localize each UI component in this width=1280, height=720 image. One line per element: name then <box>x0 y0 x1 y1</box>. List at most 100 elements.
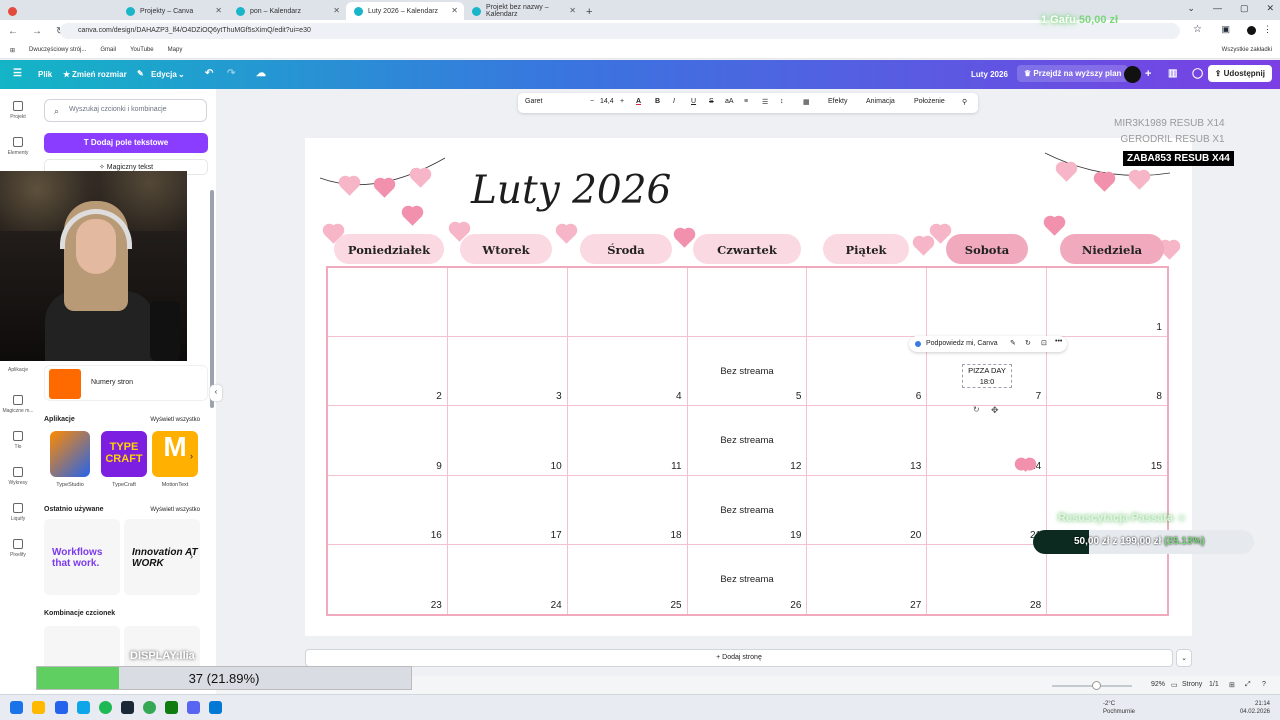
day-monday[interactable]: Poniedziałek <box>334 234 444 264</box>
back-icon[interactable]: ← <box>8 26 18 37</box>
bookmark-gmail[interactable]: Gmail <box>100 47 116 53</box>
calendar-title[interactable]: Luty 2026 <box>471 168 671 213</box>
day-saturday[interactable]: Sobota <box>946 234 1028 264</box>
app-icon[interactable] <box>209 701 222 714</box>
panel-scrollbar[interactable] <box>210 190 214 408</box>
bold-icon[interactable]: B <box>655 98 660 105</box>
file-menu[interactable]: Plik <box>38 70 52 79</box>
calendar-cell[interactable]: 16 <box>328 475 448 545</box>
design-title[interactable]: Luty 2026 <box>971 70 1008 79</box>
collapse-panel-button[interactable]: ‹ <box>210 385 222 401</box>
rail-item-charts[interactable]: Wykresy <box>0 467 36 486</box>
strikethrough-icon[interactable]: S <box>709 98 714 105</box>
star-icon[interactable]: ☆ <box>1193 24 1202 35</box>
calendar-cell[interactable]: 4 <box>567 337 688 407</box>
undo-icon[interactable]: ↶ <box>205 68 213 79</box>
calendar-cell[interactable] <box>1047 545 1167 614</box>
position-button[interactable]: Położenie <box>914 98 945 105</box>
calendar-cell[interactable] <box>927 268 1048 338</box>
calendar-cell[interactable] <box>328 268 448 338</box>
calendar-cell[interactable]: 2 <box>328 337 448 407</box>
event-no-stream[interactable]: Bez streama <box>688 366 807 377</box>
resize-button[interactable]: Zmień rozmiar <box>72 70 127 79</box>
calendar-cell[interactable]: 26 Bez streama <box>688 544 808 614</box>
share-button[interactable]: ⇪ Udostępnij <box>1207 65 1272 82</box>
paint-format-icon[interactable]: ⚲ <box>962 98 967 106</box>
calendar-cell[interactable]: 23 <box>328 544 448 614</box>
spotify-icon[interactable] <box>99 701 112 714</box>
calendar-cell[interactable]: 21 <box>927 475 1048 545</box>
minimize-icon[interactable]: — <box>1213 3 1222 14</box>
url-field[interactable]: canva.com/design/DAHAZP3_lf4/O4DZiOQ6ytT… <box>60 23 1180 39</box>
calendar-cell[interactable]: 9 <box>328 406 448 476</box>
app-typestudio[interactable]: TypeStudio <box>50 431 90 488</box>
maximize-icon[interactable]: ▢ <box>1240 3 1249 14</box>
discord-icon[interactable] <box>187 701 200 714</box>
calendar-cell[interactable] <box>687 268 808 338</box>
close-tab-icon[interactable]: ✕ <box>215 6 222 15</box>
calendar-cell[interactable]: 10 <box>447 406 568 476</box>
apps-grid-icon[interactable]: ⊞ <box>10 47 15 54</box>
search-input[interactable]: ⌕ Wyszukaj czcionki i kombinacje <box>44 99 207 122</box>
zoom-level[interactable]: 92% <box>1151 681 1165 688</box>
redo-icon[interactable]: ↷ <box>227 68 235 79</box>
calendar-cell[interactable]: 11 <box>567 406 688 476</box>
browser-tab-projekt[interactable]: Projekt bez nazwy – Kalendarz ✕ <box>464 2 582 20</box>
calendar-cell[interactable] <box>447 268 568 338</box>
calendar-cell[interactable]: 17 <box>447 475 568 545</box>
menu-icon[interactable]: ⋮ <box>1263 24 1272 35</box>
calendar-cell[interactable] <box>567 268 688 338</box>
assist-popup[interactable]: Podpowiedz mi, Canva ✎ ↻ ⊡ ••• <box>909 336 1067 352</box>
edit-menu[interactable]: Edycja <box>151 70 177 79</box>
calendar-cell[interactable]: 15 <box>1047 406 1167 476</box>
recent-item-workflows[interactable]: Workflows that work. <box>44 519 120 595</box>
all-bookmarks[interactable]: Wszystkie zakładki <box>1222 47 1272 53</box>
calendar-cell[interactable]: 27 <box>807 544 928 614</box>
calendar-cell[interactable]: 28 <box>927 544 1048 614</box>
text-color-icon[interactable]: A <box>636 98 641 105</box>
chevron-right-icon[interactable]: › <box>190 551 193 561</box>
design-page[interactable]: Luty 2026 Poniedziałek Wtorek Środa Czwa… <box>305 138 1192 636</box>
calendar-cell[interactable]: 24 <box>448 544 568 614</box>
calendar-cell[interactable]: 25 <box>568 544 688 614</box>
zoom-slider-handle[interactable] <box>1092 681 1101 690</box>
chevron-right-icon[interactable]: › <box>190 451 193 461</box>
letter-case-icon[interactable]: aA <box>725 98 734 105</box>
sidebar-toggle-icon[interactable]: ☰ <box>13 68 22 79</box>
cloud-save-icon[interactable]: ☁ <box>256 68 266 79</box>
insights-icon[interactable]: ▥ <box>1168 68 1177 79</box>
grid-view-icon[interactable]: ⊞ <box>1229 681 1235 689</box>
rotate-icon[interactable]: ↻ <box>1025 339 1031 347</box>
upgrade-button[interactable]: ♛ Przejdź na wyższy plan <box>1017 65 1129 82</box>
calendar-cell[interactable]: 13 <box>807 406 928 476</box>
rail-item-project[interactable]: Projekt <box>0 101 36 120</box>
fullscreen-icon[interactable]: ⤢ <box>1245 681 1251 689</box>
browser-tab-pon[interactable]: pon – Kalendarz ✕ <box>228 2 346 20</box>
pizza-day-textbox[interactable]: PIZZA DAY 18:0 <box>962 364 1012 388</box>
browser-tab[interactable] <box>0 2 118 20</box>
new-tab-button[interactable]: + <box>586 6 592 18</box>
font-size-decrease[interactable]: − <box>590 98 594 105</box>
recent-see-all[interactable]: Wyświetl wszystko <box>150 507 200 513</box>
rail-item-apps[interactable]: Aplikacje <box>0 367 36 373</box>
add-text-button[interactable]: T Dodaj pole tekstowe <box>44 133 208 153</box>
calendar-cell[interactable] <box>807 268 928 338</box>
add-page-button[interactable]: + Dodaj stronę <box>305 649 1173 667</box>
spacing-icon[interactable]: ↕ <box>780 98 784 105</box>
steam-icon[interactable] <box>121 701 134 714</box>
font-size-input[interactable]: 14,4 <box>600 98 614 105</box>
rail-item-liquify[interactable]: Liquify <box>0 503 36 522</box>
font-size-increase[interactable]: + <box>620 98 624 105</box>
apps-see-all[interactable]: Wyświetl wszystko <box>150 417 200 423</box>
close-tab-icon[interactable]: ✕ <box>569 6 576 15</box>
file-explorer-icon[interactable] <box>32 701 45 714</box>
system-clock[interactable]: 21:14 04.02.2026 <box>1240 700 1270 716</box>
event-no-stream[interactable]: Bez streama <box>688 435 807 446</box>
extensions-icon[interactable]: ▣ <box>1221 24 1230 35</box>
windows-start-icon[interactable] <box>10 701 23 714</box>
event-no-stream[interactable]: Bez streama <box>688 505 807 516</box>
transparency-icon[interactable]: ▦ <box>803 98 810 106</box>
align-icon[interactable]: ≡ <box>744 98 748 105</box>
rail-item-magic[interactable]: Magiczne m... <box>0 395 36 414</box>
app-typecraft[interactable]: TYPE CRAFT TypeCraft <box>100 431 148 488</box>
